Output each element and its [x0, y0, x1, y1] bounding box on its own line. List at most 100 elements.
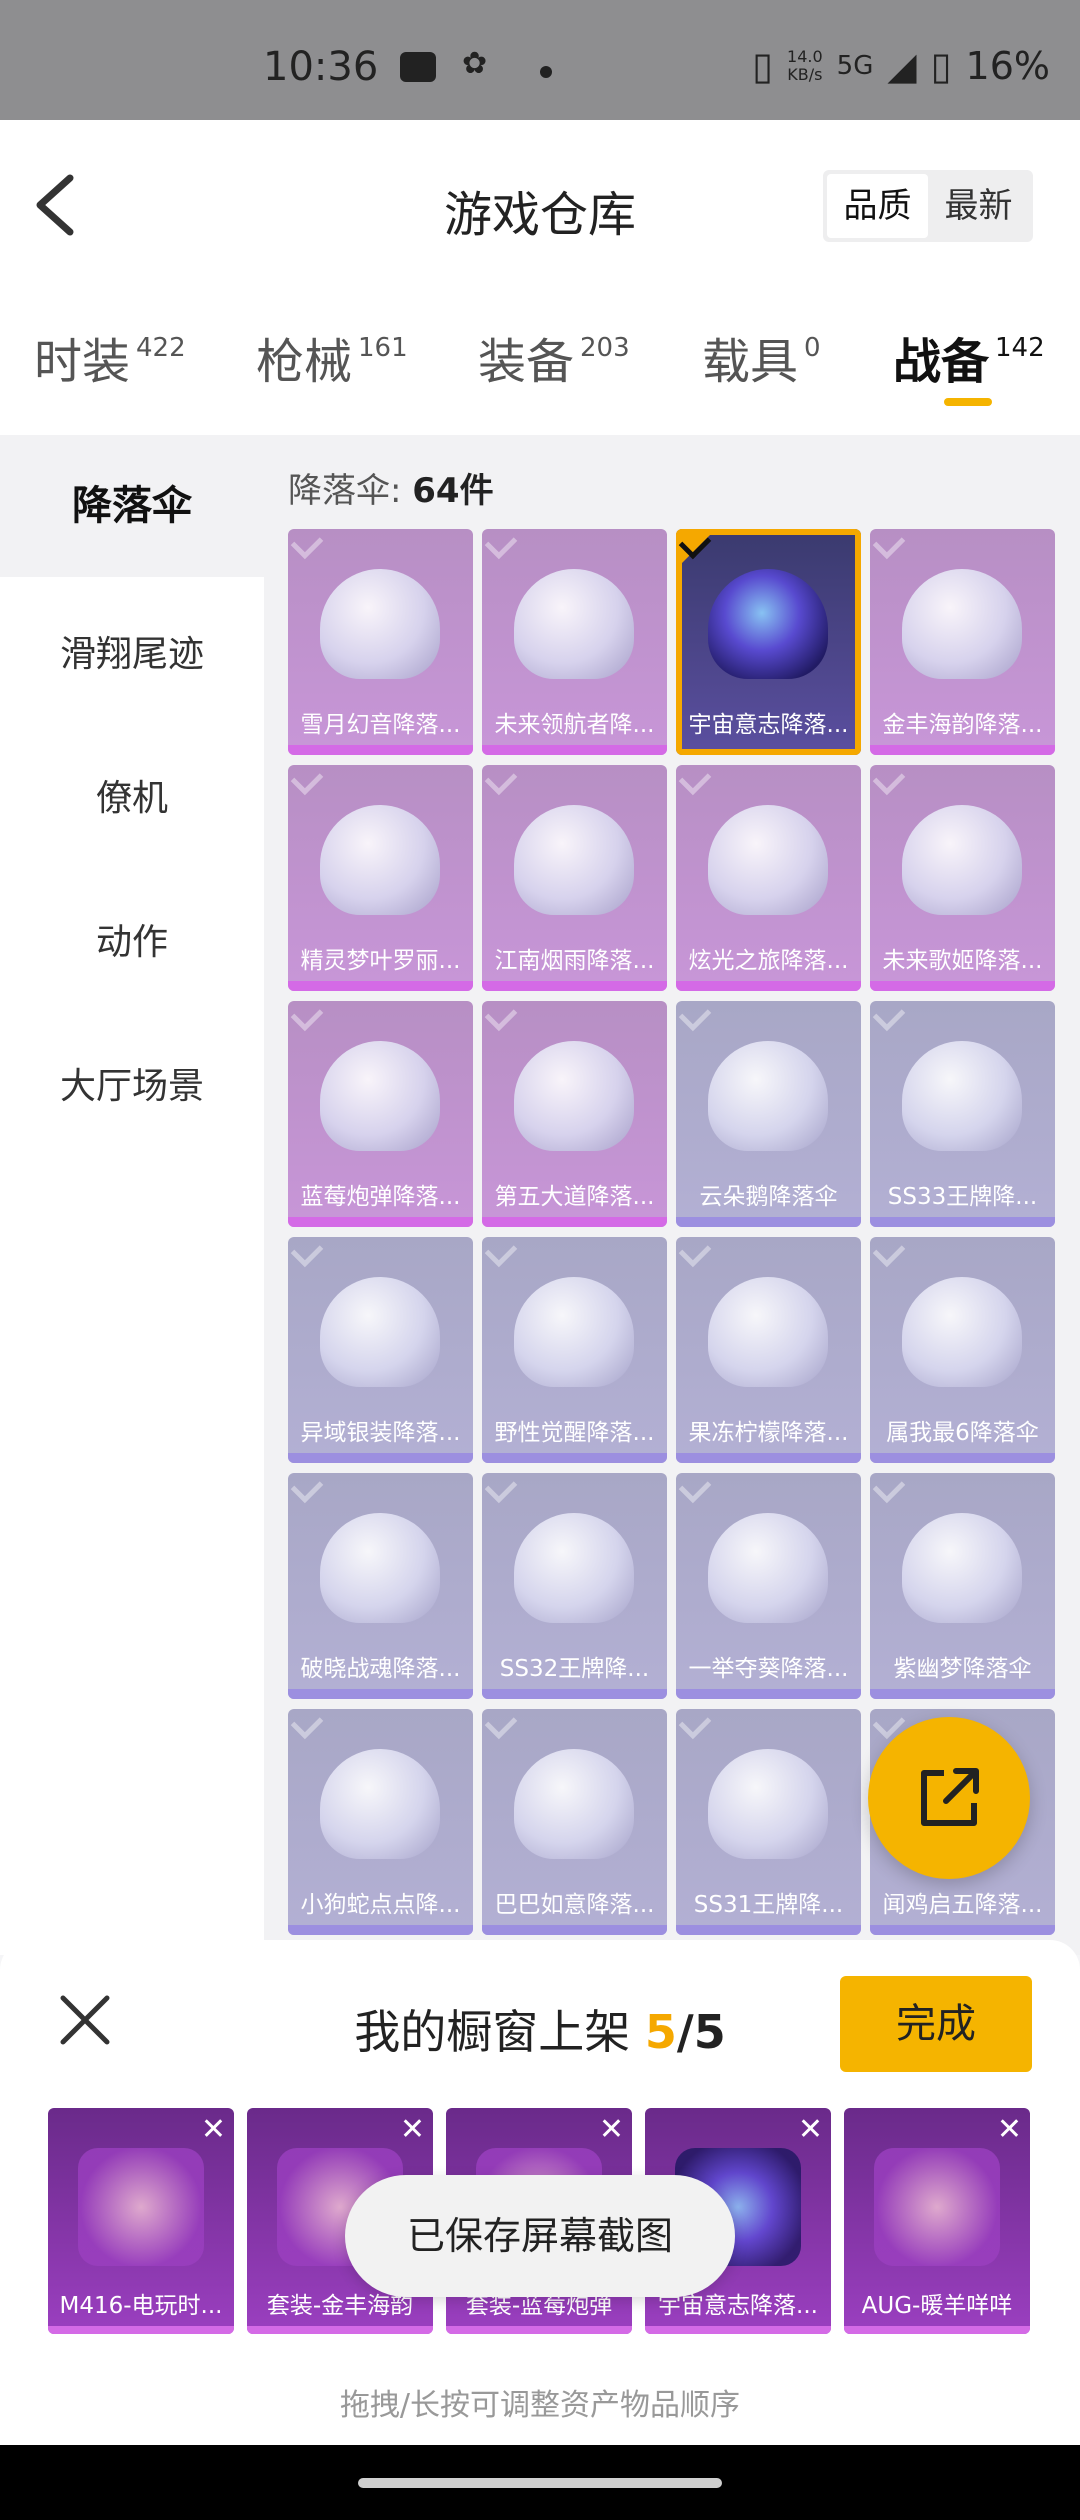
parachute-image — [320, 1277, 440, 1387]
sidebar: 降落伞 滑翔尾迹 僚机 动作 大厅场景 — [0, 435, 264, 1955]
item-card[interactable]: 破晓战魂降落... — [288, 1473, 473, 1699]
status-right-group: ▯ 14.0 KB/s 5G ◢ ▯ 16% — [752, 44, 1050, 88]
item-card[interactable]: 一举夺葵降落... — [676, 1473, 861, 1699]
item-card[interactable]: 蓝莓炮弹降落... — [288, 1001, 473, 1227]
remove-icon[interactable]: ✕ — [400, 2112, 425, 2147]
tab-vehicles[interactable]: 载具 0 — [702, 322, 821, 392]
remove-icon[interactable]: ✕ — [798, 2112, 823, 2147]
item-card[interactable]: 第五大道降落... — [482, 1001, 667, 1227]
item-card[interactable]: SS31王牌降... — [676, 1709, 861, 1935]
parachute-image — [514, 1749, 634, 1859]
item-card[interactable]: 属我最6降落伞 — [870, 1237, 1055, 1463]
item-card[interactable]: 未来歌姬降落... — [870, 765, 1055, 991]
check-icon — [484, 1237, 518, 1268]
showcase-slot[interactable]: ✕ M416-电玩时... — [48, 2108, 234, 2334]
tab-equipment[interactable]: 装备 203 — [478, 322, 630, 392]
parachute-image — [708, 1041, 828, 1151]
item-card[interactable]: 异域银装降落... — [288, 1237, 473, 1463]
parachute-image — [514, 1277, 634, 1387]
sort-option-newest[interactable]: 最新 — [928, 174, 1029, 238]
item-card[interactable]: SS32王牌降... — [482, 1473, 667, 1699]
item-card[interactable]: 精灵梦叶罗丽... — [288, 765, 473, 991]
check-icon — [484, 1709, 518, 1740]
status-bar: 10:36 ✿ ▯ 14.0 KB/s 5G ◢ ▯ 16% — [0, 0, 1080, 120]
item-card[interactable]: 紫幽梦降落伞 — [870, 1473, 1055, 1699]
item-card[interactable]: 金丰海韵降落... — [870, 529, 1055, 755]
check-icon — [678, 1237, 712, 1268]
remove-icon[interactable]: ✕ — [201, 2112, 226, 2147]
battery-level: 16% — [965, 44, 1050, 88]
check-icon — [484, 1001, 518, 1032]
parachute-image — [320, 1041, 440, 1151]
item-card[interactable]: 果冻柠檬降落... — [676, 1237, 861, 1463]
check-icon — [872, 765, 906, 796]
remove-icon[interactable]: ✕ — [997, 2112, 1022, 2147]
check-icon — [290, 529, 324, 560]
parachute-image — [320, 1513, 440, 1623]
sidebar-item-wingman[interactable]: 僚机 — [0, 769, 264, 821]
check-icon — [290, 1709, 324, 1740]
item-card[interactable]: 巴巴如意降落... — [482, 1709, 667, 1935]
check-icon — [484, 529, 518, 560]
check-icon — [678, 1001, 712, 1032]
sort-option-quality[interactable]: 品质 — [827, 174, 928, 238]
item-count: 降落伞: 64件 — [288, 471, 494, 511]
category-tabs: 时装 422 枪械 161 装备 203 载具 0 战备 142 — [0, 310, 1080, 435]
check-icon — [678, 1709, 712, 1740]
tab-guns[interactable]: 枪械 161 — [256, 322, 408, 392]
parachute-image — [902, 805, 1022, 915]
check-icon — [290, 765, 324, 796]
check-icon — [872, 1473, 906, 1504]
check-icon — [872, 529, 906, 560]
system-nav-bar — [0, 2445, 1080, 2520]
network-type: 5G — [836, 51, 874, 81]
check-icon — [290, 1001, 324, 1032]
item-card[interactable]: SS33王牌降... — [870, 1001, 1055, 1227]
parachute-image — [514, 569, 634, 679]
header: 游戏仓库 品质 最新 — [0, 120, 1080, 310]
sidebar-item-glide-trail[interactable]: 滑翔尾迹 — [0, 625, 264, 677]
parachute-image — [514, 1513, 634, 1623]
active-tab-indicator — [944, 398, 992, 406]
parachute-image — [514, 805, 634, 915]
remove-icon[interactable]: ✕ — [599, 2112, 624, 2147]
notification-dot-icon — [540, 66, 552, 78]
item-card[interactable]: 小狗蛇点点降... — [288, 1709, 473, 1935]
signal-icon: ◢ — [887, 44, 917, 88]
item-card[interactable]: 未来领航者降... — [482, 529, 667, 755]
check-icon — [678, 765, 712, 796]
parachute-image — [320, 805, 440, 915]
status-time: 10:36 — [263, 44, 379, 90]
home-indicator[interactable] — [358, 2478, 722, 2488]
sidebar-item-emote[interactable]: 动作 — [0, 913, 264, 965]
parachute-image — [902, 1513, 1022, 1623]
item-image — [78, 2148, 204, 2266]
net-speed: 14.0 KB/s — [787, 47, 823, 84]
sidebar-item-lobby-scene[interactable]: 大厅场景 — [0, 1057, 264, 1109]
parachute-image — [320, 1749, 440, 1859]
sidebar-item-parachute[interactable]: 降落伞 — [0, 435, 264, 577]
check-icon — [678, 1473, 712, 1504]
item-card[interactable]: 野性觉醒降落... — [482, 1237, 667, 1463]
done-button[interactable]: 完成 — [840, 1976, 1032, 2072]
parachute-image — [902, 1041, 1022, 1151]
parachute-image — [708, 1277, 828, 1387]
share-icon — [921, 1768, 979, 1826]
tab-costume[interactable]: 时装 422 — [34, 322, 186, 392]
parachute-image — [708, 805, 828, 915]
share-button[interactable] — [868, 1717, 1030, 1879]
item-card[interactable]: 云朵鹅降落伞 — [676, 1001, 861, 1227]
item-card-selected[interactable]: 宇宙意志降落... — [676, 529, 861, 755]
showcase-slot[interactable]: ✕ AUG-暖羊咩咩 — [844, 2108, 1030, 2334]
item-card[interactable]: 炫光之旅降落... — [676, 765, 861, 991]
item-card[interactable]: 雪月幻音降落... — [288, 529, 473, 755]
parachute-image — [320, 569, 440, 679]
tab-battle-prep[interactable]: 战备 142 — [893, 322, 1045, 392]
check-icon — [290, 1473, 324, 1504]
message-icon — [400, 52, 436, 82]
item-card[interactable]: 江南烟雨降落... — [482, 765, 667, 991]
parachute-image — [514, 1041, 634, 1151]
item-image — [874, 2148, 1000, 2266]
parachute-image — [708, 1749, 828, 1859]
vibrate-icon: ▯ — [752, 44, 774, 88]
